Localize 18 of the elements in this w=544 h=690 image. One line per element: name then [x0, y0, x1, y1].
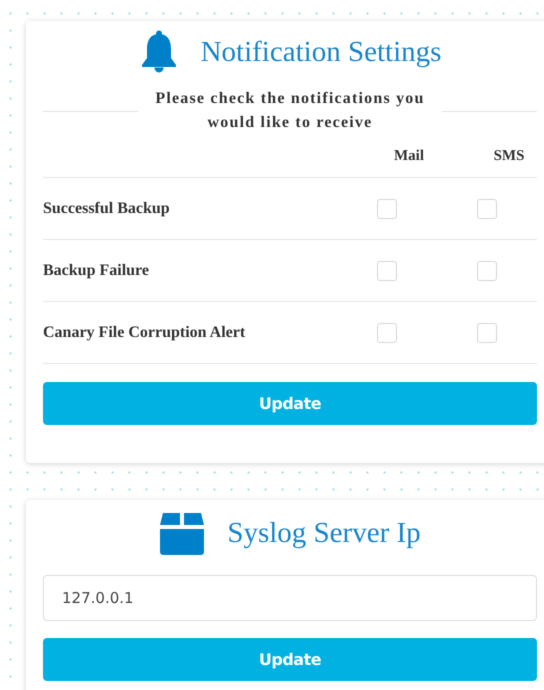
update-button[interactable]: Update — [43, 638, 537, 681]
card-title: Syslog Server Ip — [227, 516, 421, 550]
checkbox[interactable] — [377, 198, 397, 218]
card-title: Notification Settings — [200, 36, 442, 68]
checkbox[interactable] — [377, 260, 397, 280]
checkbox[interactable] — [477, 198, 497, 218]
notification-label: Successful Backup — [43, 200, 171, 218]
column-header: SMS — [492, 148, 526, 164]
box-icon — [159, 510, 206, 556]
ip-input-field[interactable]: 127.0.0.1 — [43, 575, 537, 621]
checkbox[interactable] — [377, 322, 397, 342]
instruction-text: Please check the notifications you would like to receive — [154, 89, 426, 133]
column-header: Mail — [393, 148, 425, 164]
notification-label: Canary File Corruption Alert — [43, 324, 246, 342]
notification-label: Backup Failure — [43, 262, 150, 280]
checkbox[interactable] — [477, 260, 497, 280]
checkbox[interactable] — [477, 322, 497, 342]
update-button[interactable]: Update — [43, 382, 537, 425]
